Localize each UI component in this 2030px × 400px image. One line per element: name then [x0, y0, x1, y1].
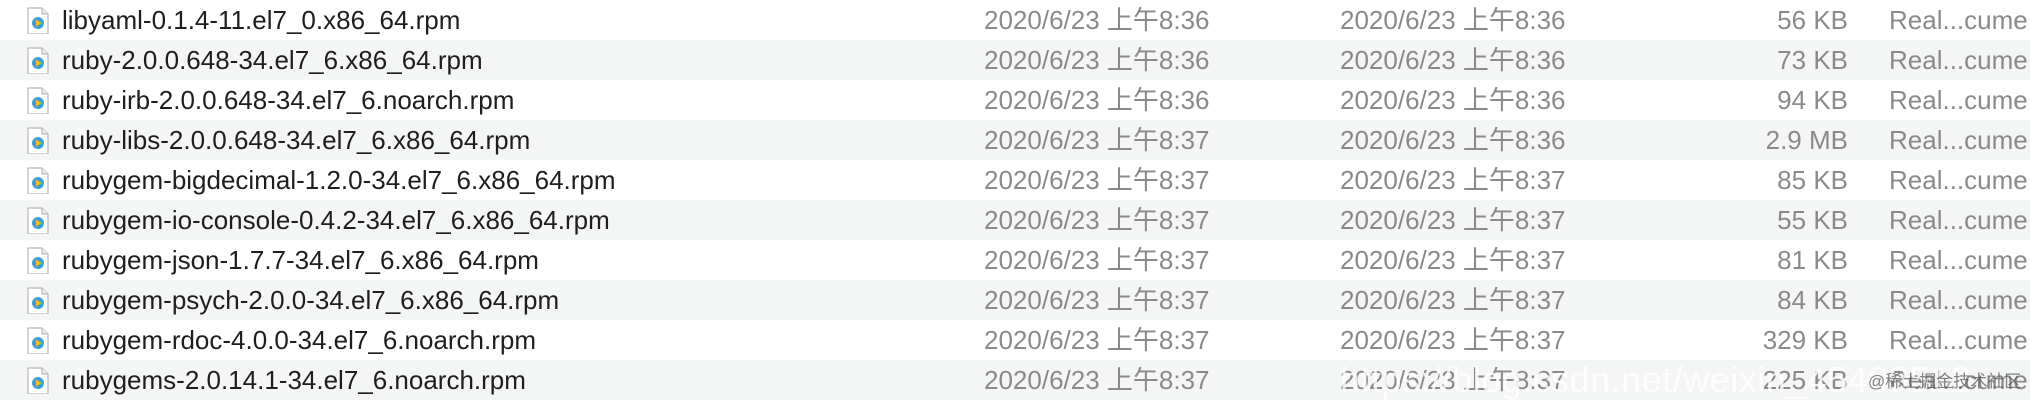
realplayer-document-icon [26, 6, 50, 34]
file-kind: Real...cume [1889, 205, 2028, 235]
realplayer-document-icon [26, 166, 50, 194]
date-created: 2020/6/23 上午8:37 [984, 165, 1210, 195]
file-row[interactable]: rubygem-io-console-0.4.2-34.el7_6.x86_64… [0, 200, 2030, 240]
file-kind: Real...cume [1889, 125, 2028, 155]
file-kind: Real...cume [1889, 285, 2028, 315]
realplayer-document-icon [26, 286, 50, 314]
file-size: 55 KB [1777, 205, 1848, 235]
file-name: rubygem-psych-2.0.0-34.el7_6.x86_64.rpm [62, 285, 560, 315]
file-row[interactable]: rubygem-psych-2.0.0-34.el7_6.x86_64.rpm … [0, 280, 2030, 320]
date-created: 2020/6/23 上午8:37 [984, 325, 1210, 355]
realplayer-document-icon [26, 46, 50, 74]
file-row[interactable]: libyaml-0.1.4-11.el7_0.x86_64.rpm 2020/6… [0, 0, 2030, 40]
date-created: 2020/6/23 上午8:37 [984, 245, 1210, 275]
file-name: rubygem-rdoc-4.0.0-34.el7_6.noarch.rpm [62, 325, 537, 355]
file-list: libyaml-0.1.4-11.el7_0.x86_64.rpm 2020/6… [0, 0, 2030, 400]
date-modified: 2020/6/23 上午8:37 [1340, 285, 1566, 315]
date-created: 2020/6/23 上午8:37 [984, 285, 1210, 315]
file-kind: Real...cume [1889, 5, 2028, 35]
file-row[interactable]: ruby-irb-2.0.0.648-34.el7_6.noarch.rpm 2… [0, 80, 2030, 120]
date-created: 2020/6/23 上午8:36 [984, 5, 1210, 35]
date-modified: 2020/6/23 上午8:37 [1340, 205, 1566, 235]
file-name: ruby-2.0.0.648-34.el7_6.x86_64.rpm [62, 45, 483, 75]
file-kind: Real...cume [1889, 325, 2028, 355]
file-size: 94 KB [1777, 85, 1848, 115]
file-kind: Real...cume [1889, 45, 2028, 75]
file-size: 2.9 MB [1765, 125, 1848, 155]
file-name: libyaml-0.1.4-11.el7_0.x86_64.rpm [62, 5, 461, 35]
date-modified: 2020/6/23 上午8:36 [1340, 5, 1566, 35]
file-size: 73 KB [1777, 45, 1848, 75]
file-name: rubygem-io-console-0.4.2-34.el7_6.x86_64… [62, 205, 610, 235]
file-name: ruby-irb-2.0.0.648-34.el7_6.noarch.rpm [62, 85, 515, 115]
file-row[interactable]: rubygem-rdoc-4.0.0-34.el7_6.noarch.rpm 2… [0, 320, 2030, 360]
date-modified: 2020/6/23 上午8:37 [1340, 245, 1566, 275]
file-kind: Real...cume [1889, 245, 2028, 275]
date-created: 2020/6/23 上午8:36 [984, 85, 1210, 115]
date-created: 2020/6/23 上午8:37 [984, 125, 1210, 155]
date-modified: 2020/6/23 上午8:36 [1340, 45, 1566, 75]
file-row[interactable]: ruby-libs-2.0.0.648-34.el7_6.x86_64.rpm … [0, 120, 2030, 160]
realplayer-document-icon [26, 326, 50, 354]
realplayer-document-icon [26, 366, 50, 394]
file-size: 329 KB [1762, 325, 1848, 355]
realplayer-document-icon [26, 86, 50, 114]
file-name: rubygem-bigdecimal-1.2.0-34.el7_6.x86_64… [62, 165, 616, 195]
realplayer-document-icon [26, 126, 50, 154]
date-modified: 2020/6/23 上午8:37 [1340, 165, 1566, 195]
file-row[interactable]: ruby-2.0.0.648-34.el7_6.x86_64.rpm 2020/… [0, 40, 2030, 80]
file-size: 85 KB [1777, 165, 1848, 195]
realplayer-document-icon [26, 206, 50, 234]
watermark-credit: @稀土掘金技术社区 [1868, 372, 2022, 391]
date-modified: 2020/6/23 上午8:37 [1340, 325, 1566, 355]
file-row[interactable]: rubygem-bigdecimal-1.2.0-34.el7_6.x86_64… [0, 160, 2030, 200]
file-name: ruby-libs-2.0.0.648-34.el7_6.x86_64.rpm [62, 125, 531, 155]
date-modified: 2020/6/23 上午8:36 [1340, 125, 1566, 155]
realplayer-document-icon [26, 246, 50, 274]
date-created: 2020/6/23 上午8:36 [984, 45, 1210, 75]
file-size: 56 KB [1777, 5, 1848, 35]
date-modified: 2020/6/23 上午8:36 [1340, 85, 1566, 115]
file-kind: Real...cume [1889, 85, 2028, 115]
date-created: 2020/6/23 上午8:37 [984, 205, 1210, 235]
file-size: 81 KB [1777, 245, 1848, 275]
file-kind: Real...cume [1889, 165, 2028, 195]
file-size: 84 KB [1777, 285, 1848, 315]
date-created: 2020/6/23 上午8:37 [984, 365, 1210, 395]
file-name: rubygem-json-1.7.7-34.el7_6.x86_64.rpm [62, 245, 539, 275]
file-row[interactable]: rubygem-json-1.7.7-34.el7_6.x86_64.rpm 2… [0, 240, 2030, 280]
file-name: rubygems-2.0.14.1-34.el7_6.noarch.rpm [62, 365, 526, 395]
